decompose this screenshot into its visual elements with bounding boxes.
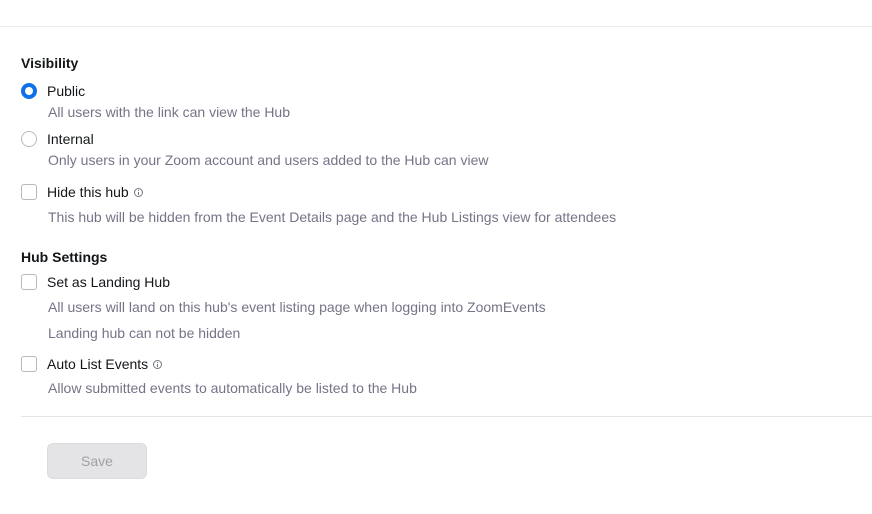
- top-divider: [0, 26, 872, 27]
- internal-radio-option[interactable]: Internal: [21, 129, 94, 149]
- auto-list-checkbox[interactable]: [21, 356, 37, 372]
- internal-description: Only users in your Zoom account and user…: [48, 152, 489, 168]
- hide-hub-label[interactable]: Hide this hub: [47, 183, 129, 201]
- internal-radio-button[interactable]: [21, 131, 37, 147]
- info-icon[interactable]: [153, 359, 163, 369]
- public-label[interactable]: Public: [47, 82, 85, 100]
- auto-list-label[interactable]: Auto List Events: [47, 355, 148, 373]
- hide-hub-checkbox-option[interactable]: Hide this hub: [21, 182, 143, 202]
- public-radio-button[interactable]: [21, 83, 37, 99]
- hub-visibility-settings-page: Visibility Public All users with the lin…: [0, 0, 872, 514]
- hub-settings-section-title: Hub Settings: [21, 249, 108, 265]
- hide-hub-checkbox[interactable]: [21, 184, 37, 200]
- auto-list-description: Allow submitted events to automatically …: [48, 380, 417, 396]
- visibility-section-title: Visibility: [21, 55, 79, 71]
- landing-hub-description: All users will land on this hub's event …: [48, 299, 546, 315]
- landing-hub-label[interactable]: Set as Landing Hub: [47, 273, 170, 291]
- hide-hub-description: This hub will be hidden from the Event D…: [48, 209, 617, 225]
- public-description: All users with the link can view the Hub: [48, 104, 290, 120]
- landing-hub-checkbox[interactable]: [21, 274, 37, 290]
- bottom-divider: [21, 416, 872, 417]
- internal-label[interactable]: Internal: [47, 130, 94, 148]
- landing-hub-checkbox-option[interactable]: Set as Landing Hub: [21, 272, 170, 292]
- info-icon[interactable]: [133, 187, 143, 197]
- landing-hub-note: Landing hub can not be hidden: [48, 325, 241, 341]
- save-button[interactable]: Save: [47, 443, 147, 479]
- auto-list-checkbox-option[interactable]: Auto List Events: [21, 354, 163, 374]
- public-radio-option[interactable]: Public: [21, 81, 85, 101]
